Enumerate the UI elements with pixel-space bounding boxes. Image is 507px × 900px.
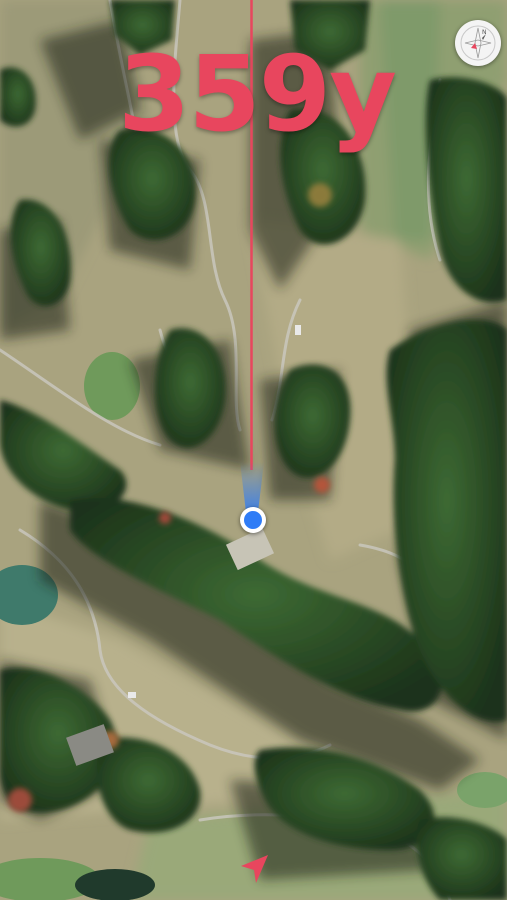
current-location-icon[interactable] [240, 507, 266, 533]
compass-icon[interactable]: N [455, 20, 501, 66]
map-view[interactable]: 359y N [0, 0, 507, 900]
svg-text:N: N [482, 29, 487, 36]
distance-readout: 359y [118, 33, 397, 155]
